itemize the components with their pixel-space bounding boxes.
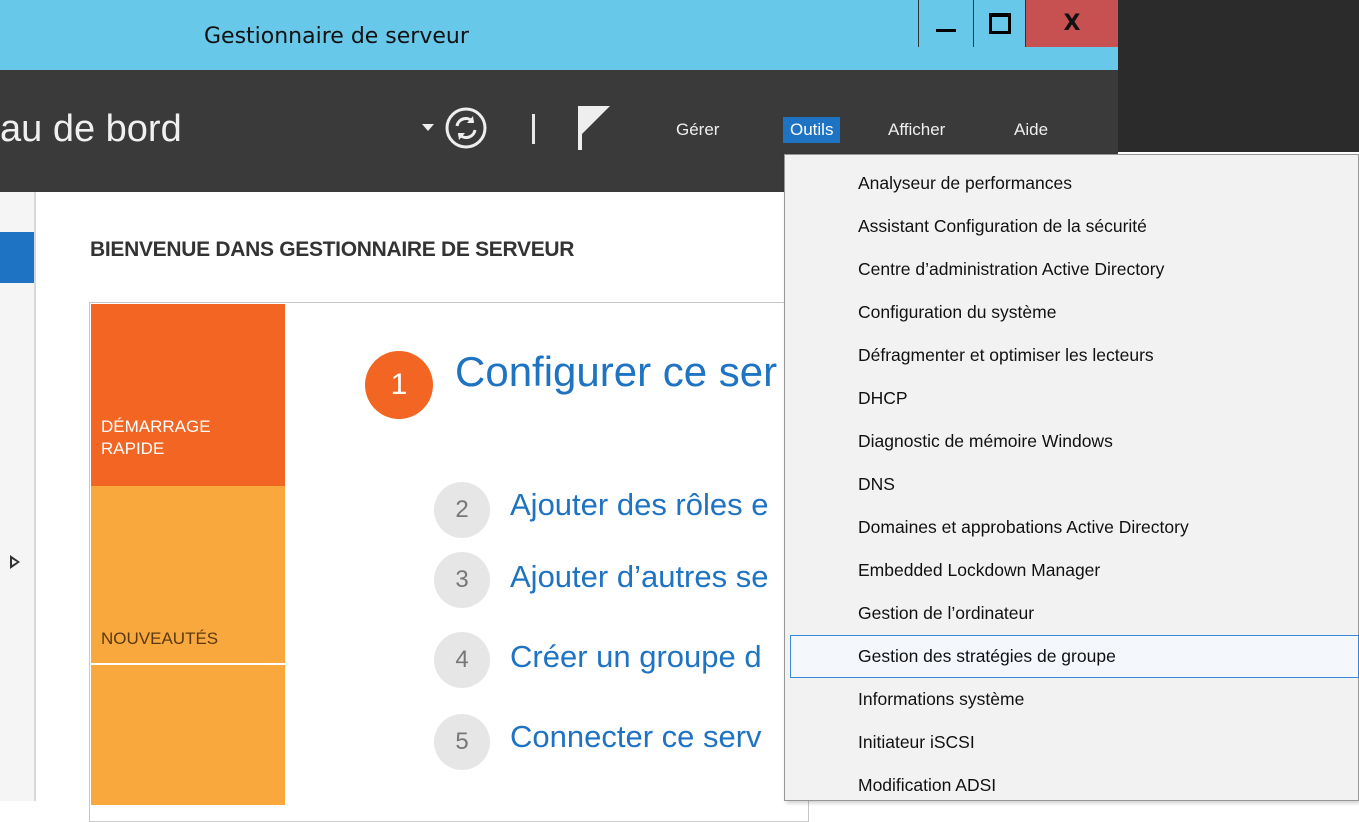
navigation-pane: [0, 192, 36, 801]
step-number-3: 3: [434, 552, 490, 608]
page-title: au de bord: [0, 108, 182, 150]
step-link-add-roles[interactable]: Ajouter des rôles e: [510, 487, 768, 523]
refresh-icon[interactable]: [444, 106, 488, 150]
menu-item-embedded-lockdown[interactable]: Embedded Lockdown Manager: [858, 560, 1100, 581]
step-number-1: 1: [365, 351, 433, 419]
menu-item-diagnostic-memoire[interactable]: Diagnostic de mémoire Windows: [858, 431, 1113, 452]
menu-item-initiateur-iscsi[interactable]: Initiateur iSCSI: [858, 732, 975, 753]
toolbar-separator: [532, 114, 535, 144]
nav-item-selected[interactable]: [0, 232, 34, 283]
minimize-button[interactable]: [918, 0, 973, 47]
step-number-4: 4: [434, 632, 490, 688]
maximize-button[interactable]: [973, 0, 1026, 47]
menu-item-gestion-ordinateur[interactable]: Gestion de l’ordinateur: [858, 603, 1034, 624]
close-icon: X: [1063, 11, 1081, 36]
menu-item-modification-adsi[interactable]: Modification ADSI: [858, 775, 996, 796]
menu-item-dhcp[interactable]: DHCP: [858, 388, 908, 409]
close-button[interactable]: X: [1026, 0, 1118, 47]
menu-item-analyseur-performances[interactable]: Analyseur de performances: [858, 173, 1072, 194]
tile-quick-start-label: DÉMARRAGE RAPIDE: [101, 417, 211, 458]
menu-aide[interactable]: Aide: [1008, 118, 1054, 142]
menu-item-informations-systeme[interactable]: Informations système: [858, 689, 1024, 710]
step-link-connect-cloud[interactable]: Connecter ce serv: [510, 719, 762, 755]
menu-outils[interactable]: Outils: [783, 117, 841, 143]
menu-item-gestion-strategies-groupe[interactable]: Gestion des stratégies de groupe: [858, 646, 1116, 667]
step-number-5: 5: [434, 714, 490, 770]
tile-learn-more[interactable]: [91, 665, 285, 805]
chevron-down-icon[interactable]: [422, 124, 434, 131]
step-link-create-group[interactable]: Créer un groupe d: [510, 639, 762, 675]
maximize-icon: [988, 13, 1011, 34]
menu-item-assistant-configuration-securite[interactable]: Assistant Configuration de la sécurité: [858, 216, 1147, 237]
minimize-icon: [936, 29, 956, 32]
window-title: Gestionnaire de serveur: [204, 24, 469, 49]
expand-arrow-icon-inner: [12, 559, 17, 565]
menu-gerer[interactable]: Gérer: [670, 118, 725, 142]
menu-item-domaines-approbations[interactable]: Domaines et approbations Active Director…: [858, 517, 1189, 538]
menu-item-configuration-systeme[interactable]: Configuration du système: [858, 302, 1056, 323]
menu-item-dns[interactable]: DNS: [858, 474, 895, 495]
menu-item-centre-administration-ad[interactable]: Centre d’administration Active Directory: [858, 259, 1164, 280]
menu-afficher[interactable]: Afficher: [882, 118, 951, 142]
step-number-2: 2: [434, 482, 490, 538]
welcome-title: BIENVENUE DANS GESTIONNAIRE DE SERVEUR: [90, 238, 575, 261]
step-link-add-servers[interactable]: Ajouter d’autres se: [510, 559, 768, 595]
desktop-background: [1118, 0, 1359, 152]
tile-whats-new-label: NOUVEAUTÉS: [101, 629, 219, 648]
menu-item-defragmenter[interactable]: Défragmenter et optimiser les lecteurs: [858, 345, 1154, 366]
step-link-configure-server[interactable]: Configurer ce ser: [455, 348, 777, 396]
flag-icon[interactable]: [576, 104, 612, 152]
